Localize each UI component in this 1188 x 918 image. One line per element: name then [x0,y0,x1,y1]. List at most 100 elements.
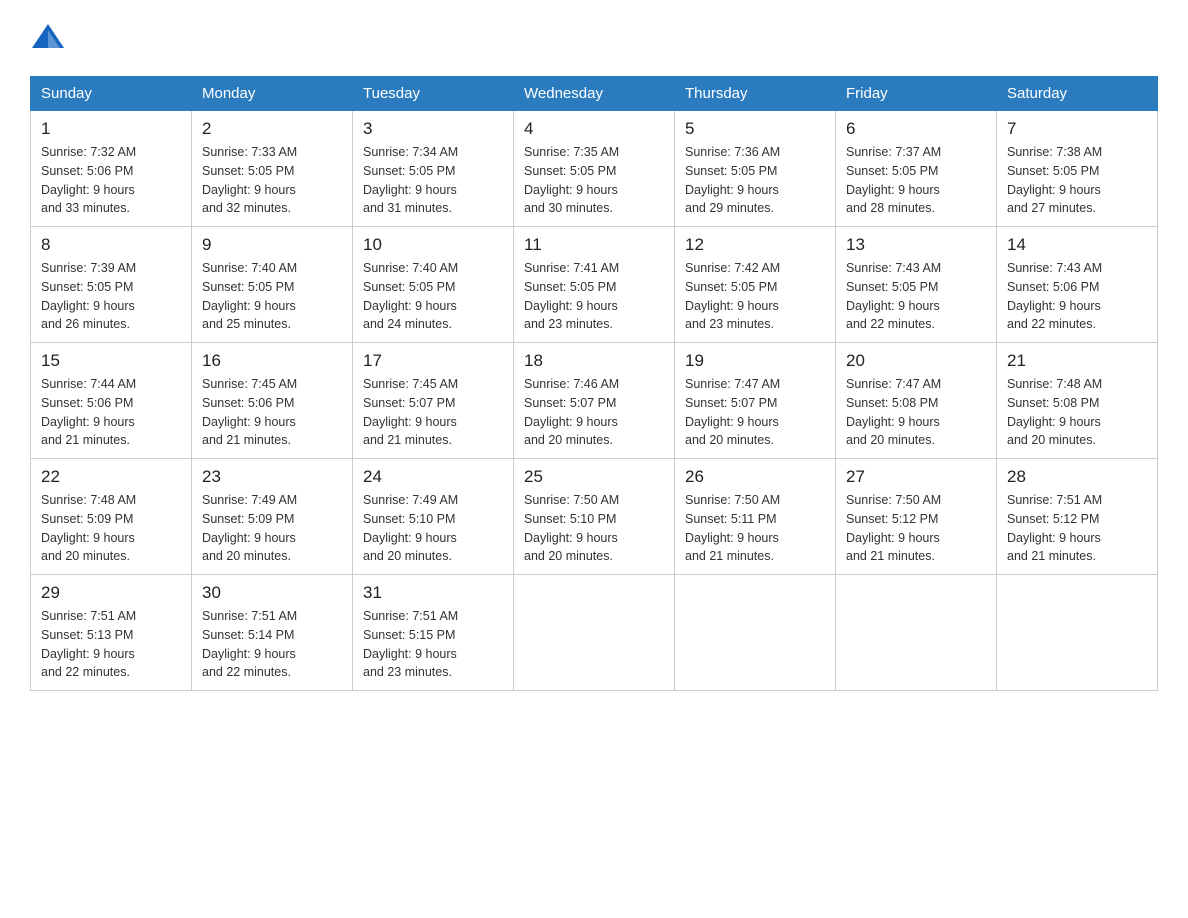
day-info: Sunrise: 7:50 AM Sunset: 5:10 PM Dayligh… [524,491,664,566]
day-info: Sunrise: 7:43 AM Sunset: 5:05 PM Dayligh… [846,259,986,334]
day-number: 10 [363,235,503,255]
day-number: 23 [202,467,342,487]
day-info: Sunrise: 7:40 AM Sunset: 5:05 PM Dayligh… [202,259,342,334]
day-info: Sunrise: 7:37 AM Sunset: 5:05 PM Dayligh… [846,143,986,218]
day-info: Sunrise: 7:44 AM Sunset: 5:06 PM Dayligh… [41,375,181,450]
day-header-monday: Monday [192,77,353,111]
calendar-cell: 20 Sunrise: 7:47 AM Sunset: 5:08 PM Dayl… [836,343,997,459]
day-info: Sunrise: 7:39 AM Sunset: 5:05 PM Dayligh… [41,259,181,334]
day-info: Sunrise: 7:49 AM Sunset: 5:10 PM Dayligh… [363,491,503,566]
day-number: 21 [1007,351,1147,371]
day-info: Sunrise: 7:50 AM Sunset: 5:11 PM Dayligh… [685,491,825,566]
logo-icon [30,20,66,56]
days-of-week-row: SundayMondayTuesdayWednesdayThursdayFrid… [31,77,1158,111]
day-number: 29 [41,583,181,603]
day-info: Sunrise: 7:47 AM Sunset: 5:07 PM Dayligh… [685,375,825,450]
day-number: 2 [202,119,342,139]
calendar-cell: 31 Sunrise: 7:51 AM Sunset: 5:15 PM Dayl… [353,575,514,691]
day-header-sunday: Sunday [31,77,192,111]
calendar-cell: 13 Sunrise: 7:43 AM Sunset: 5:05 PM Dayl… [836,227,997,343]
day-info: Sunrise: 7:36 AM Sunset: 5:05 PM Dayligh… [685,143,825,218]
day-number: 15 [41,351,181,371]
calendar-cell: 4 Sunrise: 7:35 AM Sunset: 5:05 PM Dayli… [514,111,675,227]
calendar-cell: 24 Sunrise: 7:49 AM Sunset: 5:10 PM Dayl… [353,459,514,575]
calendar-cell: 7 Sunrise: 7:38 AM Sunset: 5:05 PM Dayli… [997,111,1158,227]
day-number: 27 [846,467,986,487]
calendar-table: SundayMondayTuesdayWednesdayThursdayFrid… [30,76,1158,691]
calendar-cell: 26 Sunrise: 7:50 AM Sunset: 5:11 PM Dayl… [675,459,836,575]
day-info: Sunrise: 7:41 AM Sunset: 5:05 PM Dayligh… [524,259,664,334]
day-number: 5 [685,119,825,139]
calendar-cell: 1 Sunrise: 7:32 AM Sunset: 5:06 PM Dayli… [31,111,192,227]
day-info: Sunrise: 7:38 AM Sunset: 5:05 PM Dayligh… [1007,143,1147,218]
day-number: 16 [202,351,342,371]
day-number: 18 [524,351,664,371]
calendar-cell [675,575,836,691]
calendar-cell: 23 Sunrise: 7:49 AM Sunset: 5:09 PM Dayl… [192,459,353,575]
calendar-cell [997,575,1158,691]
day-number: 9 [202,235,342,255]
day-number: 8 [41,235,181,255]
calendar-cell: 5 Sunrise: 7:36 AM Sunset: 5:05 PM Dayli… [675,111,836,227]
calendar-cell: 12 Sunrise: 7:42 AM Sunset: 5:05 PM Dayl… [675,227,836,343]
day-number: 14 [1007,235,1147,255]
day-header-thursday: Thursday [675,77,836,111]
page-header [30,20,1158,56]
day-info: Sunrise: 7:48 AM Sunset: 5:09 PM Dayligh… [41,491,181,566]
day-info: Sunrise: 7:51 AM Sunset: 5:14 PM Dayligh… [202,607,342,682]
day-number: 11 [524,235,664,255]
calendar-body: 1 Sunrise: 7:32 AM Sunset: 5:06 PM Dayli… [31,111,1158,691]
calendar-cell: 8 Sunrise: 7:39 AM Sunset: 5:05 PM Dayli… [31,227,192,343]
day-number: 3 [363,119,503,139]
day-info: Sunrise: 7:51 AM Sunset: 5:15 PM Dayligh… [363,607,503,682]
day-header-friday: Friday [836,77,997,111]
logo-area [30,20,70,56]
day-info: Sunrise: 7:45 AM Sunset: 5:06 PM Dayligh… [202,375,342,450]
day-info: Sunrise: 7:45 AM Sunset: 5:07 PM Dayligh… [363,375,503,450]
calendar-cell: 10 Sunrise: 7:40 AM Sunset: 5:05 PM Dayl… [353,227,514,343]
logo [30,20,70,56]
day-header-wednesday: Wednesday [514,77,675,111]
day-number: 1 [41,119,181,139]
day-number: 28 [1007,467,1147,487]
day-number: 6 [846,119,986,139]
day-info: Sunrise: 7:46 AM Sunset: 5:07 PM Dayligh… [524,375,664,450]
day-number: 4 [524,119,664,139]
calendar-header: SundayMondayTuesdayWednesdayThursdayFrid… [31,77,1158,111]
calendar-cell: 14 Sunrise: 7:43 AM Sunset: 5:06 PM Dayl… [997,227,1158,343]
calendar-cell: 22 Sunrise: 7:48 AM Sunset: 5:09 PM Dayl… [31,459,192,575]
calendar-cell: 15 Sunrise: 7:44 AM Sunset: 5:06 PM Dayl… [31,343,192,459]
calendar-cell: 3 Sunrise: 7:34 AM Sunset: 5:05 PM Dayli… [353,111,514,227]
day-info: Sunrise: 7:35 AM Sunset: 5:05 PM Dayligh… [524,143,664,218]
day-info: Sunrise: 7:48 AM Sunset: 5:08 PM Dayligh… [1007,375,1147,450]
calendar-week-4: 22 Sunrise: 7:48 AM Sunset: 5:09 PM Dayl… [31,459,1158,575]
day-number: 17 [363,351,503,371]
day-number: 26 [685,467,825,487]
calendar-cell: 28 Sunrise: 7:51 AM Sunset: 5:12 PM Dayl… [997,459,1158,575]
calendar-cell: 6 Sunrise: 7:37 AM Sunset: 5:05 PM Dayli… [836,111,997,227]
calendar-cell: 17 Sunrise: 7:45 AM Sunset: 5:07 PM Dayl… [353,343,514,459]
day-info: Sunrise: 7:49 AM Sunset: 5:09 PM Dayligh… [202,491,342,566]
calendar-cell: 29 Sunrise: 7:51 AM Sunset: 5:13 PM Dayl… [31,575,192,691]
calendar-week-1: 1 Sunrise: 7:32 AM Sunset: 5:06 PM Dayli… [31,111,1158,227]
day-info: Sunrise: 7:42 AM Sunset: 5:05 PM Dayligh… [685,259,825,334]
day-info: Sunrise: 7:43 AM Sunset: 5:06 PM Dayligh… [1007,259,1147,334]
day-number: 30 [202,583,342,603]
calendar-week-2: 8 Sunrise: 7:39 AM Sunset: 5:05 PM Dayli… [31,227,1158,343]
calendar-cell: 16 Sunrise: 7:45 AM Sunset: 5:06 PM Dayl… [192,343,353,459]
day-number: 19 [685,351,825,371]
day-info: Sunrise: 7:47 AM Sunset: 5:08 PM Dayligh… [846,375,986,450]
day-number: 22 [41,467,181,487]
day-number: 12 [685,235,825,255]
day-info: Sunrise: 7:50 AM Sunset: 5:12 PM Dayligh… [846,491,986,566]
day-number: 7 [1007,119,1147,139]
calendar-cell: 19 Sunrise: 7:47 AM Sunset: 5:07 PM Dayl… [675,343,836,459]
day-info: Sunrise: 7:34 AM Sunset: 5:05 PM Dayligh… [363,143,503,218]
day-header-tuesday: Tuesday [353,77,514,111]
day-number: 31 [363,583,503,603]
day-number: 25 [524,467,664,487]
day-info: Sunrise: 7:32 AM Sunset: 5:06 PM Dayligh… [41,143,181,218]
day-number: 24 [363,467,503,487]
calendar-cell: 21 Sunrise: 7:48 AM Sunset: 5:08 PM Dayl… [997,343,1158,459]
calendar-cell [836,575,997,691]
